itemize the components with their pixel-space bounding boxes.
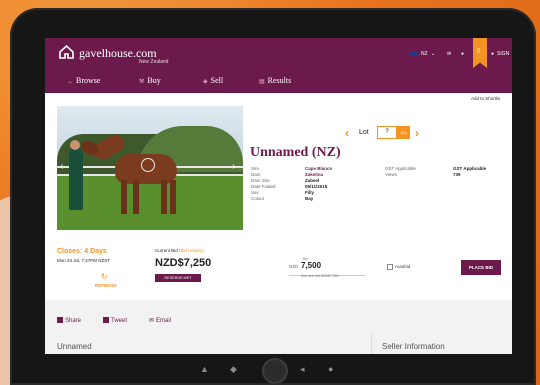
share-twitter[interactable]: Tweet <box>103 317 127 324</box>
lot-number-input[interactable]: ? <box>377 126 397 139</box>
details-right-values: GST Applicable 739 <box>453 166 487 177</box>
refresh-icon[interactable]: ↻ <box>101 272 108 281</box>
back-softkey-icon[interactable]: ◆ <box>230 364 237 375</box>
currency-selector[interactable]: NZ <box>421 51 428 57</box>
listing-title: Unnamed (NZ) <box>250 145 341 160</box>
logo-subtitle: New Zealand <box>139 59 169 65</box>
tablet-screen: gavelhouse.com New Zealand NZ ⌄ ✉ ● 0 ● … <box>45 38 512 354</box>
home-softkey-icon[interactable]: ▲ <box>200 364 209 374</box>
arrows-icon: ↔ <box>67 79 73 85</box>
autobid-label: Autobid <box>395 264 411 269</box>
nav-buy[interactable]: ⚒ Buy <box>139 76 161 85</box>
cart-count: 0 <box>477 49 481 55</box>
nav-browse[interactable]: ↔ Browse <box>67 76 100 85</box>
bid-history-link[interactable]: (Bid History) <box>179 248 204 253</box>
nav-sell[interactable]: ◈ Sell <box>203 76 223 85</box>
next-lot-button[interactable]: › <box>415 126 419 140</box>
lot-label: Lot <box>359 129 369 136</box>
tag-icon: ◈ <box>203 79 208 85</box>
bid-amount-value[interactable]: 7,500 <box>301 261 321 270</box>
tab-seller-information[interactable]: Seller Information <box>382 342 445 351</box>
zoom-icon[interactable] <box>141 158 155 172</box>
tablet-softkeys: ▲ ◆ ◂ ● <box>200 358 350 384</box>
chevron-down-icon: ⌄ <box>431 51 436 57</box>
facebook-icon <box>57 317 63 323</box>
autobid-checkbox[interactable] <box>387 264 393 270</box>
share-facebook[interactable]: Share <box>57 317 81 324</box>
closes-label: Closes: 4 Days <box>57 248 107 255</box>
signin-link[interactable]: SIGN <box>497 51 509 57</box>
recent-softkey-icon[interactable]: ● <box>328 364 333 374</box>
details-left-keys: Sire Dam Dam Sire Date Foaled Sex Colour <box>251 166 276 201</box>
house-logo-icon <box>59 45 74 59</box>
details-left-values: Cape Blanco Zakelina Zabeel 05/11/2015 F… <box>305 166 333 201</box>
list-icon: ▤ <box>259 79 265 85</box>
bid-currency: NZD <box>289 264 299 269</box>
lot-go-button[interactable]: GO <box>397 126 410 139</box>
details-right-keys: GST Applicable Views <box>385 166 416 177</box>
add-to-shortlist-link[interactable]: Add to Shortlis <box>471 96 500 101</box>
user-icon[interactable]: ● <box>491 51 494 57</box>
chevron-right-icon[interactable]: › <box>232 161 235 172</box>
email-icon[interactable]: ✉ <box>447 51 451 57</box>
bell-icon[interactable]: ● <box>461 51 464 57</box>
current-bid-value: NZD$7,250 <box>155 257 212 269</box>
flag-icon[interactable] <box>410 51 417 57</box>
chevron-left-icon[interactable]: ‹ <box>60 161 63 172</box>
twitter-icon <box>103 317 109 323</box>
site-header: gavelhouse.com New Zealand NZ ⌄ ✉ ● 0 ● … <box>45 38 512 93</box>
current-bid-label: Current Bid (Bid History) <box>155 248 204 253</box>
tab-horse-details[interactable]: Unnamed <box>57 342 92 351</box>
share-email[interactable]: ✉ Email <box>149 317 171 324</box>
reserve-met-badge: RESERVE MET <box>155 274 201 282</box>
horse-photo[interactable]: ‹ › <box>57 106 243 230</box>
refresh-button[interactable]: REFRESH <box>95 283 117 288</box>
gavel-icon: ⚒ <box>139 79 145 85</box>
min-next-bid: Min next bid NZD$7,500 <box>301 274 339 278</box>
nav-results[interactable]: ▤ Results <box>259 76 291 85</box>
main-nav: ↔ Browse ⚒ Buy ◈ Sell ▤ Results <box>45 74 512 92</box>
closes-date: Mon 24 Jul, 7:47PM NZST <box>57 258 111 263</box>
menu-softkey-icon[interactable]: ◂ <box>300 364 305 375</box>
place-bid-button[interactable]: PLACE BID <box>461 260 501 275</box>
home-button[interactable] <box>262 358 288 384</box>
email-icon: ✉ <box>149 318 155 324</box>
prev-lot-button[interactable]: ‹ <box>345 126 349 140</box>
